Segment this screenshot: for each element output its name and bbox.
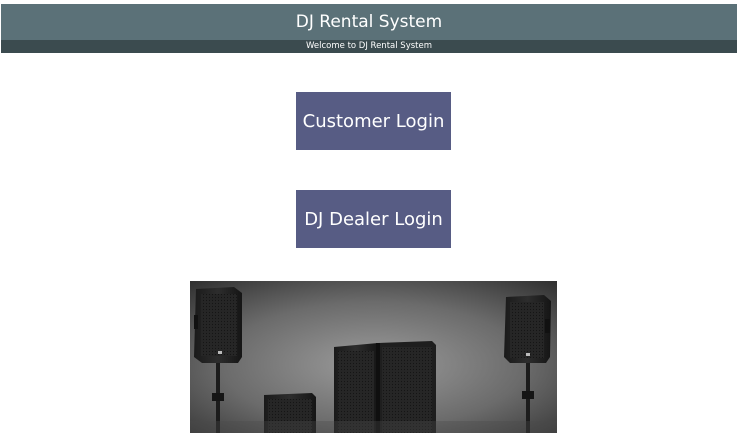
page: DJ Rental System Welcome to DJ Rental Sy…: [0, 0, 737, 433]
dj-dealer-login-button[interactable]: DJ Dealer Login: [296, 190, 451, 248]
app-title: DJ Rental System: [295, 12, 443, 32]
speakers-illustration: [190, 281, 557, 433]
speaker-center: [334, 341, 436, 433]
speakers-image: [190, 281, 557, 433]
customer-login-button[interactable]: Customer Login: [296, 92, 451, 150]
welcome-text: Welcome to DJ Rental System: [305, 41, 432, 51]
app-header: DJ Rental System: [1, 4, 737, 40]
welcome-bar: Welcome to DJ Rental System: [1, 40, 737, 53]
